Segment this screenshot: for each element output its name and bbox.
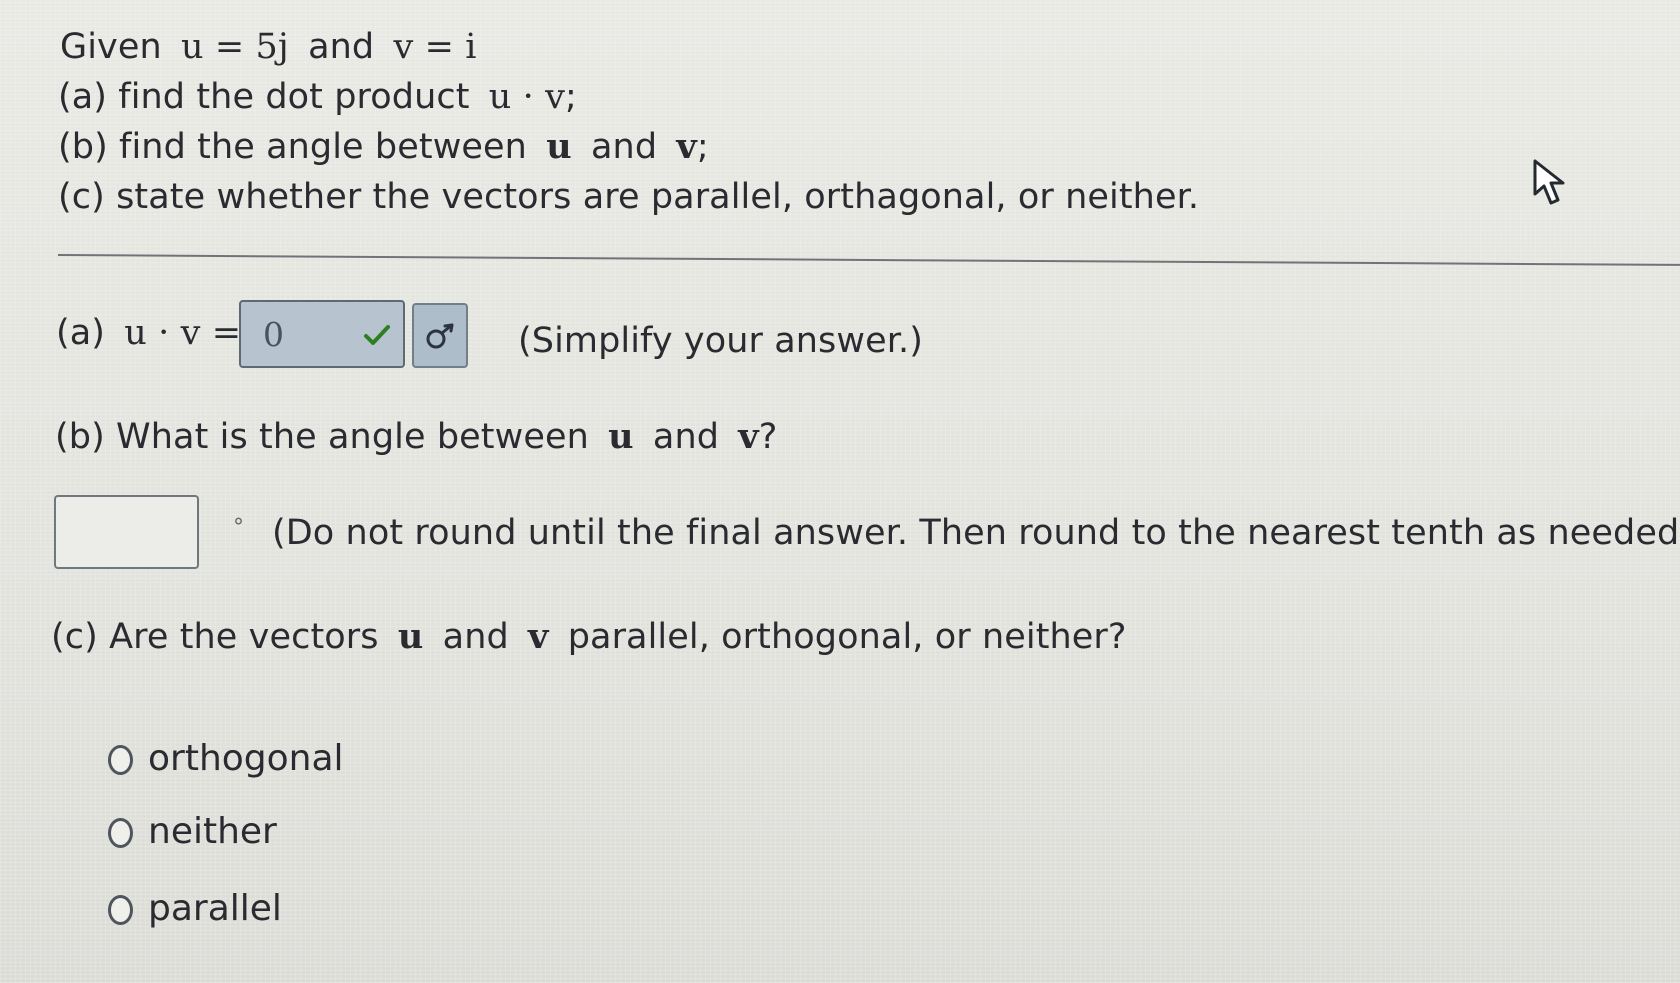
v-vector-label: v xyxy=(738,416,759,457)
part-a-hint: (Simplify your answer.) xyxy=(518,321,924,361)
question-panel: Given u = 5j and v = i (a) find the dot … xyxy=(0,0,1680,983)
and-label: and xyxy=(308,27,375,67)
check-icon xyxy=(364,325,390,345)
mouse-pointer-icon xyxy=(1533,159,1565,205)
and-label: and xyxy=(442,617,509,657)
part-a-row: (a) u · v = xyxy=(56,314,241,353)
part-c-question: (c) Are the vectors u and v parallel, or… xyxy=(51,616,1127,657)
prompt-line-1: Given u = 5j and v = i xyxy=(60,28,477,67)
part-a-semicolon: ; xyxy=(564,77,577,117)
part-b-semicolon: ; xyxy=(696,127,709,167)
part-a-expression: u · v = xyxy=(124,313,242,353)
prompt-line-4: (c) state whether the vectors are parall… xyxy=(58,177,1200,217)
u-vector-label: u xyxy=(608,416,634,457)
degree-symbol: ° xyxy=(233,515,244,540)
part-b-instruction: (b) find the angle between xyxy=(58,127,527,167)
and-label: and xyxy=(590,127,658,167)
angle-answer-field[interactable] xyxy=(54,495,199,569)
given-label: Given xyxy=(60,27,162,67)
v-vector-label: v xyxy=(528,616,549,657)
radio-button-orthogonal[interactable] xyxy=(108,745,133,775)
v-expression: v = i xyxy=(393,27,477,67)
option-label-orthogonal: orthogonal xyxy=(148,738,344,779)
math-tools-button[interactable] xyxy=(412,303,468,368)
radio-button-neither[interactable] xyxy=(108,818,133,848)
prompt-line-3: (b) find the angle between u and v; xyxy=(58,126,709,167)
section-divider xyxy=(57,254,1680,266)
part-b-question-mark: ? xyxy=(758,417,778,457)
part-a-instruction: (a) find the dot product xyxy=(58,77,470,117)
radio-button-parallel[interactable] xyxy=(108,895,133,925)
part-b-question-prefix: (b) What is the angle between xyxy=(55,417,589,457)
math-tools-icon xyxy=(426,323,454,349)
and-label: and xyxy=(652,417,720,457)
dot-product-answer-field[interactable]: 0 xyxy=(239,300,405,368)
u-expression: u = 5j xyxy=(181,27,289,67)
u-vector-label: u xyxy=(397,616,424,657)
v-vector-label: v xyxy=(676,126,697,167)
part-c-question-prefix: (c) Are the vectors xyxy=(51,617,379,657)
u-vector-label: u xyxy=(546,126,572,167)
dot-product-expression: u · v xyxy=(488,77,565,117)
prompt-line-2: (a) find the dot product u · v; xyxy=(58,78,577,117)
part-b-note: (Do not round until the final answer. Th… xyxy=(272,513,1680,553)
option-label-neither: neither xyxy=(148,811,277,852)
part-a-label: (a) xyxy=(56,313,106,353)
option-label-parallel: parallel xyxy=(148,888,282,929)
dot-product-answer-value: 0 xyxy=(263,315,284,354)
part-c-question-suffix: parallel, orthogonal, or neither? xyxy=(567,617,1127,657)
part-b-question: (b) What is the angle between u and v? xyxy=(55,416,778,457)
